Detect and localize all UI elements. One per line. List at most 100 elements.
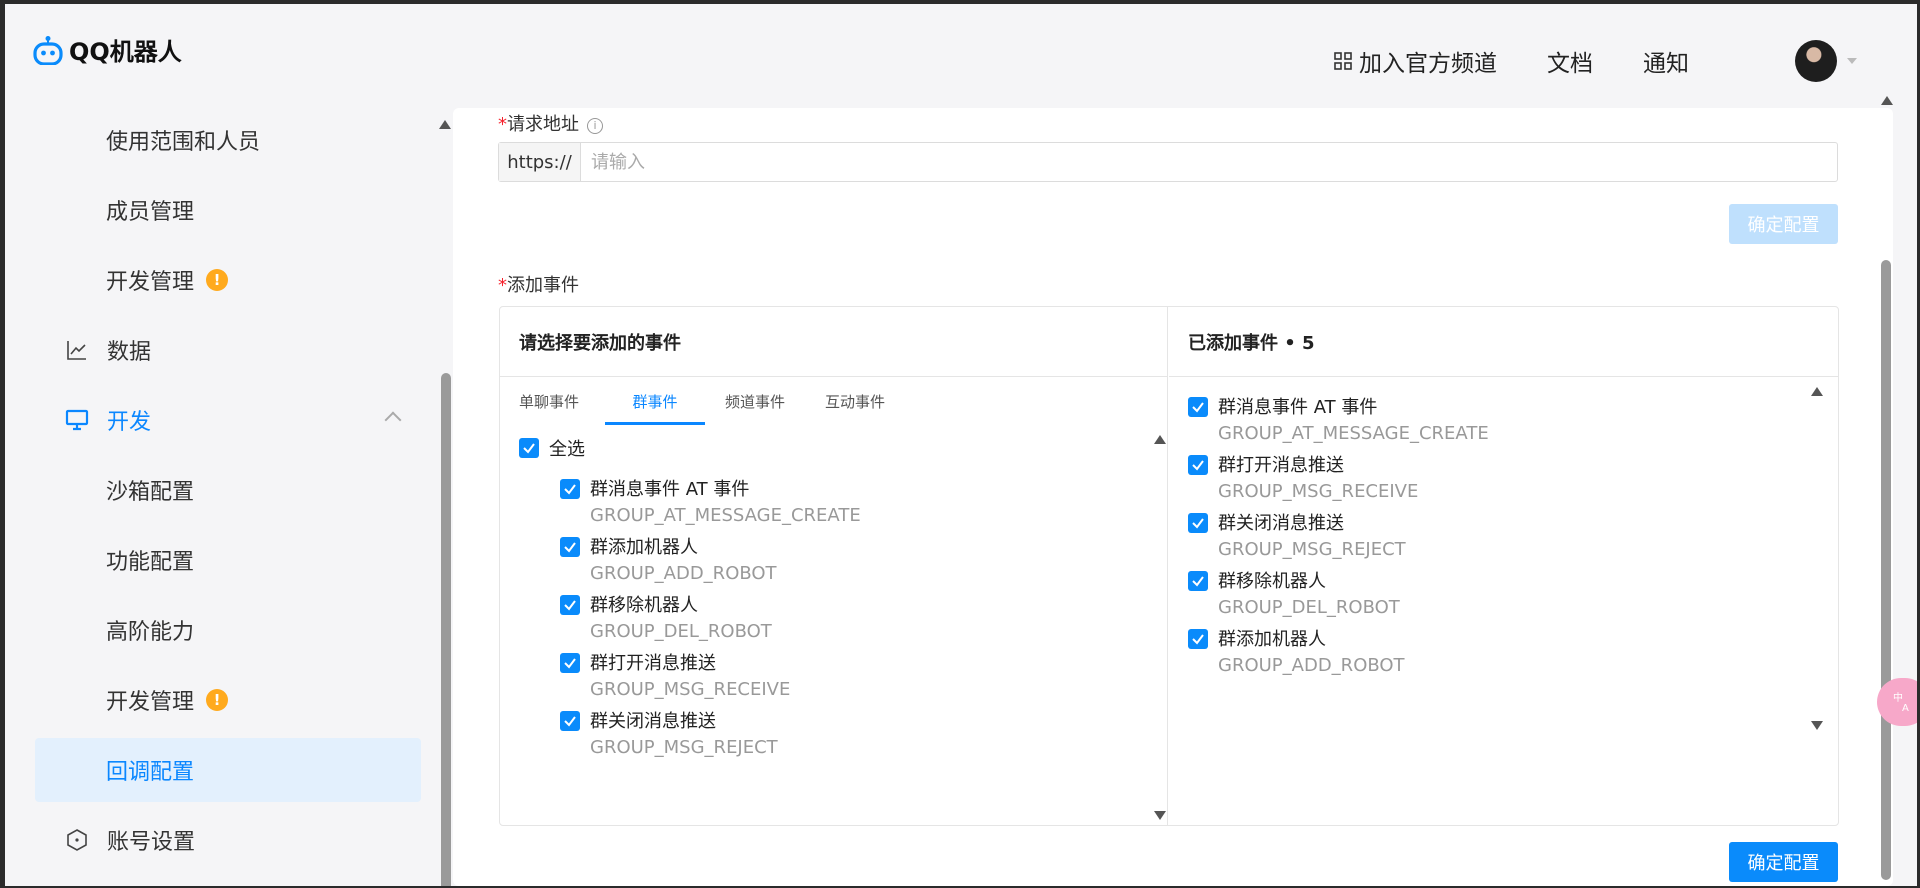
sidebar-scroll-thumb[interactable]	[441, 373, 451, 886]
scroll-up-icon[interactable]	[1154, 435, 1166, 444]
event-code: GROUP_DEL_ROBOT	[1218, 597, 1400, 618]
sidebar-item-callback[interactable]: 回调配置	[35, 738, 421, 802]
sidebar: 使用范围和人员 成员管理 开发管理 ! 数据 开发 沙箱配置 功能配置 高阶能力…	[5, 108, 435, 886]
required-mark: *	[498, 114, 507, 135]
notifications-label: 通知	[1643, 51, 1689, 77]
docs-label: 文档	[1547, 51, 1593, 77]
app-window: QQ机器人 加入官方频道 文档 通知 使用范围和人员 成员管理 开发管理 ! 数…	[5, 4, 1917, 886]
app-logo[interactable]: QQ机器人	[33, 32, 182, 67]
sidebar-item-scope[interactable]: 使用范围和人员	[35, 108, 421, 172]
translate-button[interactable]: 中 A	[1877, 678, 1917, 726]
sidebar-item-features[interactable]: 功能配置	[35, 528, 421, 592]
scroll-up-icon[interactable]	[1811, 387, 1823, 396]
sidebar-item-label: 回调配置	[106, 760, 195, 785]
robot-logo-icon	[33, 35, 63, 65]
sidebar-item-members[interactable]: 成员管理	[35, 178, 421, 242]
info-icon[interactable]: i	[587, 117, 603, 134]
event-checkbox-item[interactable]: 群关闭消息推送 GROUP_MSG_REJECT	[1188, 513, 1406, 561]
select-all-label: 全选	[549, 439, 585, 460]
event-checkbox-item[interactable]: 群添加机器人 GROUP_ADD_ROBOT	[560, 537, 777, 585]
checkbox-checked-icon[interactable]	[560, 653, 580, 673]
avatar[interactable]	[1795, 40, 1837, 82]
sidebar-item-advanced[interactable]: 高阶能力	[35, 598, 421, 662]
event-code: GROUP_AT_MESSAGE_CREATE	[1218, 423, 1489, 444]
checkbox-checked-icon[interactable]	[560, 479, 580, 499]
scroll-up-icon[interactable]	[1881, 96, 1893, 105]
join-channel-link[interactable]: 加入官方频道	[1333, 44, 1497, 78]
event-checkbox-item[interactable]: 群添加机器人 GROUP_ADD_ROBOT	[1188, 629, 1405, 677]
event-code: GROUP_MSG_RECEIVE	[1218, 481, 1419, 502]
scroll-down-icon[interactable]	[1154, 811, 1166, 820]
event-checkbox-item[interactable]: 群消息事件 AT 事件 GROUP_AT_MESSAGE_CREATE	[560, 479, 861, 527]
tab-private-events[interactable]: 单聊事件	[519, 377, 579, 425]
confirm-config-button-bottom[interactable]: 确定配置	[1729, 842, 1838, 882]
sidebar-item-label: 开发管理	[106, 690, 195, 715]
url-input-group: https://	[498, 142, 1838, 182]
main-scroll-thumb[interactable]	[1881, 260, 1891, 880]
url-prefix: https://	[499, 143, 581, 181]
tab-group-events[interactable]: 群事件	[605, 377, 706, 425]
tab-interaction-events[interactable]: 互动事件	[825, 377, 885, 425]
event-code: GROUP_MSG_RECEIVE	[590, 679, 791, 700]
warning-icon: !	[206, 689, 229, 711]
sidebar-item-label: 成员管理	[106, 200, 195, 225]
checkbox-checked-icon[interactable]	[560, 537, 580, 557]
event-texts: 群打开消息推送 GROUP_MSG_RECEIVE	[1218, 455, 1418, 503]
sidebar-item-label: 开发	[107, 410, 152, 435]
event-name: 群添加机器人	[590, 537, 698, 558]
checkbox-checked-icon[interactable]	[560, 595, 580, 615]
event-code: GROUP_MSG_REJECT	[1218, 539, 1406, 560]
sidebar-scrollbar[interactable]	[438, 108, 451, 886]
event-texts: 群关闭消息推送 GROUP_MSG_REJECT	[590, 711, 778, 759]
translate-icon: 中 A	[1893, 691, 1909, 713]
url-input[interactable]	[581, 143, 1837, 181]
warning-icon: !	[206, 269, 229, 291]
events-label-text: 添加事件	[507, 275, 579, 296]
checkbox-checked-icon[interactable]	[1188, 397, 1208, 417]
checkbox-checked-icon[interactable]	[1188, 455, 1208, 475]
sidebar-item-dev-manage[interactable]: 开发管理 !	[35, 248, 421, 312]
sidebar-item-develop[interactable]: 开发	[35, 388, 421, 452]
sidebar-item-account[interactable]: 账号设置	[35, 808, 421, 872]
event-texts: 群消息事件 AT 事件 GROUP_AT_MESSAGE_CREATE	[590, 479, 861, 527]
checkbox-checked-icon[interactable]	[1188, 629, 1208, 649]
sidebar-item-label: 使用范围和人员	[106, 130, 261, 155]
grid-icon	[1334, 52, 1352, 70]
url-label: *请求地址 i	[498, 110, 603, 136]
checkbox-checked-icon[interactable]	[1188, 571, 1208, 591]
sidebar-item-data[interactable]: 数据	[35, 318, 421, 382]
sidebar-item-label: 功能配置	[106, 550, 195, 575]
event-checkbox-item[interactable]: 群打开消息推送 GROUP_MSG_RECEIVE	[1188, 455, 1418, 503]
event-name: 群打开消息推送	[1218, 455, 1344, 476]
tab-channel-events[interactable]: 频道事件	[725, 377, 785, 425]
event-checkbox-item[interactable]: 群消息事件 AT 事件 GROUP_AT_MESSAGE_CREATE	[1188, 397, 1489, 445]
checkbox-checked-icon[interactable]	[1188, 513, 1208, 533]
added-events-pane: 已添加事件 • 5 群消息事件 AT 事件 GROUP_AT_MESSAGE_CR…	[1169, 307, 1838, 825]
events-label: *添加事件	[498, 271, 579, 297]
event-tabs: 单聊事件 群事件 频道事件 互动事件	[500, 377, 925, 425]
confirm-config-button-top[interactable]: 确定配置	[1729, 204, 1838, 244]
select-all-checkbox[interactable]: 全选	[519, 435, 585, 461]
sidebar-item-dev-manage-2[interactable]: 开发管理 !	[35, 668, 421, 732]
checkbox-checked-icon[interactable]	[519, 438, 539, 458]
event-texts: 群关闭消息推送 GROUP_MSG_REJECT	[1218, 513, 1406, 561]
sidebar-item-sandbox[interactable]: 沙箱配置	[35, 458, 421, 522]
caret-down-icon[interactable]	[1847, 58, 1857, 64]
notifications-link[interactable]: 通知	[1643, 44, 1689, 78]
chevron-up-icon[interactable]	[384, 411, 402, 429]
docs-link[interactable]: 文档	[1547, 44, 1593, 78]
scroll-down-icon[interactable]	[1811, 721, 1823, 730]
checkbox-checked-icon[interactable]	[560, 711, 580, 731]
event-checkbox-item[interactable]: 群移除机器人 GROUP_DEL_ROBOT	[560, 595, 772, 643]
event-name: 群关闭消息推送	[590, 711, 716, 732]
app-name: QQ机器人	[69, 38, 182, 66]
event-checkbox-item[interactable]: 群移除机器人 GROUP_DEL_ROBOT	[1188, 571, 1400, 619]
chart-icon	[67, 341, 86, 360]
event-checkbox-item[interactable]: 群打开消息推送 GROUP_MSG_RECEIVE	[560, 653, 790, 701]
hexagon-icon	[67, 829, 87, 851]
event-code: GROUP_ADD_ROBOT	[590, 563, 777, 584]
event-checkbox-item[interactable]: 群关闭消息推送 GROUP_MSG_REJECT	[560, 711, 778, 759]
scroll-up-icon[interactable]	[439, 120, 451, 129]
available-events-pane: 请选择要添加的事件 单聊事件 群事件 频道事件 互动事件 全选 群消息事件 AT…	[500, 307, 1168, 825]
event-name: 群打开消息推送	[590, 653, 716, 674]
